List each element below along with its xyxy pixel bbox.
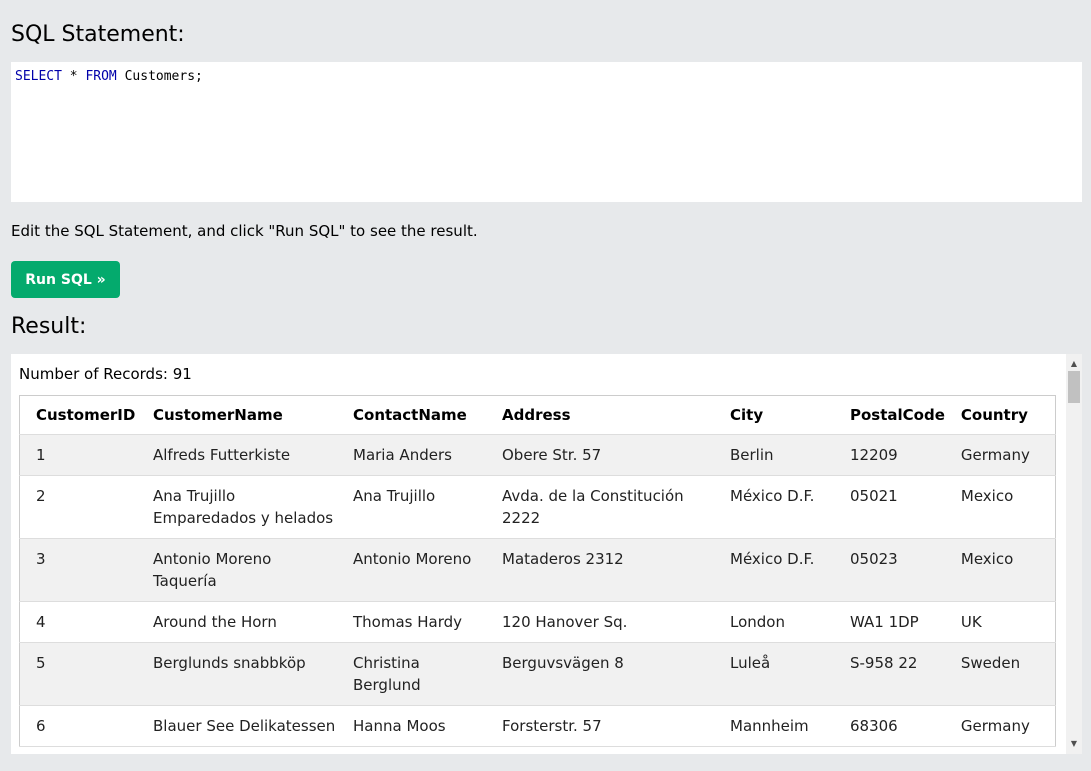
table-row: 5 Berglunds snabbköp Christina Berglund … xyxy=(19,642,1056,706)
cell-country: Sweden xyxy=(944,642,1056,706)
cell-city: Luleå xyxy=(714,642,834,706)
cell-country: Germany xyxy=(944,434,1056,476)
result-heading: Result: xyxy=(11,314,87,339)
cell-customername: Alfreds Futterkiste xyxy=(137,434,337,476)
cell-city: Berlin xyxy=(714,434,834,476)
sql-tryit-page: SQL Statement: SELECT * FROM Customers; … xyxy=(0,0,1091,771)
column-header-address: Address xyxy=(486,395,714,435)
sql-editor[interactable]: SELECT * FROM Customers; xyxy=(11,62,1082,202)
cell-customername: Blauer See Delikatessen xyxy=(137,705,337,747)
cell-postalcode: 05021 xyxy=(834,475,945,539)
cell-contactname: Christina Berglund xyxy=(337,642,486,706)
triangle-down-icon[interactable]: ▼ xyxy=(1066,736,1082,752)
cell-customername: Ana Trujillo Emparedados y helados xyxy=(137,475,337,539)
cell-customerid: 1 xyxy=(19,434,137,476)
vertical-scrollbar[interactable]: ▲ ▼ xyxy=(1066,354,1082,754)
column-header-city: City xyxy=(714,395,834,435)
sql-statement-heading: SQL Statement: xyxy=(11,22,185,47)
cell-customerid: 6 xyxy=(19,705,137,747)
cell-customerid: 3 xyxy=(19,538,137,602)
sql-keyword-select: SELECT xyxy=(15,69,62,84)
result-table: CustomerID CustomerName ContactName Addr… xyxy=(19,395,1056,747)
cell-contactname: Hanna Moos xyxy=(337,705,486,747)
cell-contactname: Maria Anders xyxy=(337,434,486,476)
cell-contactname: Ana Trujillo xyxy=(337,475,486,539)
cell-contactname: Thomas Hardy xyxy=(337,601,486,643)
cell-customerid: 2 xyxy=(19,475,137,539)
cell-customername: Around the Horn xyxy=(137,601,337,643)
cell-customername: Antonio Moreno Taquería xyxy=(137,538,337,602)
sql-query-star: * xyxy=(61,69,86,84)
cell-address: Mataderos 2312 xyxy=(486,538,714,602)
cell-customerid: 4 xyxy=(19,601,137,643)
sql-query-table: Customers; xyxy=(116,69,203,84)
result-panel[interactable]: Number of Records: 91 CustomerID Custome… xyxy=(11,354,1082,754)
cell-city: London xyxy=(714,601,834,643)
table-row: 3 Antonio Moreno Taquería Antonio Moreno… xyxy=(19,538,1056,602)
cell-contactname: Antonio Moreno xyxy=(337,538,486,602)
cell-customerid: 5 xyxy=(19,642,137,706)
cell-postalcode: 68306 xyxy=(834,705,945,747)
cell-city: México D.F. xyxy=(714,538,834,602)
cell-postalcode: 05023 xyxy=(834,538,945,602)
records-count: Number of Records: 91 xyxy=(19,365,192,383)
cell-city: Mannheim xyxy=(714,705,834,747)
table-row: 6 Blauer See Delikatessen Hanna Moos For… xyxy=(19,705,1056,747)
table-row: 4 Around the Horn Thomas Hardy 120 Hanov… xyxy=(19,601,1056,643)
cell-address: Berguvsvägen 8 xyxy=(486,642,714,706)
cell-postalcode: 12209 xyxy=(834,434,945,476)
cell-country: Mexico xyxy=(944,538,1056,602)
cell-postalcode: S-958 22 xyxy=(834,642,945,706)
cell-country: Mexico xyxy=(944,475,1056,539)
cell-address: 120 Hanover Sq. xyxy=(486,601,714,643)
table-header-row: CustomerID CustomerName ContactName Addr… xyxy=(19,395,1056,435)
column-header-country: Country xyxy=(944,395,1056,435)
scrollbar-thumb[interactable] xyxy=(1068,371,1080,403)
sql-keyword-from: FROM xyxy=(85,69,117,84)
column-header-customername: CustomerName xyxy=(137,395,337,435)
cell-address: Obere Str. 57 xyxy=(486,434,714,476)
cell-city: México D.F. xyxy=(714,475,834,539)
table-row: 1 Alfreds Futterkiste Maria Anders Obere… xyxy=(19,434,1056,476)
run-sql-button[interactable]: Run SQL » xyxy=(11,261,120,298)
triangle-up-icon[interactable]: ▲ xyxy=(1066,356,1082,372)
result-table-wrap: CustomerID CustomerName ContactName Addr… xyxy=(19,395,1056,747)
table-row: 2 Ana Trujillo Emparedados y helados Ana… xyxy=(19,475,1056,539)
column-header-contactname: ContactName xyxy=(337,395,486,435)
cell-customername: Berglunds snabbköp xyxy=(137,642,337,706)
cell-country: UK xyxy=(944,601,1056,643)
instructions-text: Edit the SQL Statement, and click "Run S… xyxy=(11,222,478,240)
column-header-postalcode: PostalCode xyxy=(834,395,945,435)
cell-country: Germany xyxy=(944,705,1056,747)
cell-address: Forsterstr. 57 xyxy=(486,705,714,747)
column-header-customerid: CustomerID xyxy=(19,395,137,435)
cell-address: Avda. de la Constitución 2222 xyxy=(486,475,714,539)
cell-postalcode: WA1 1DP xyxy=(834,601,945,643)
